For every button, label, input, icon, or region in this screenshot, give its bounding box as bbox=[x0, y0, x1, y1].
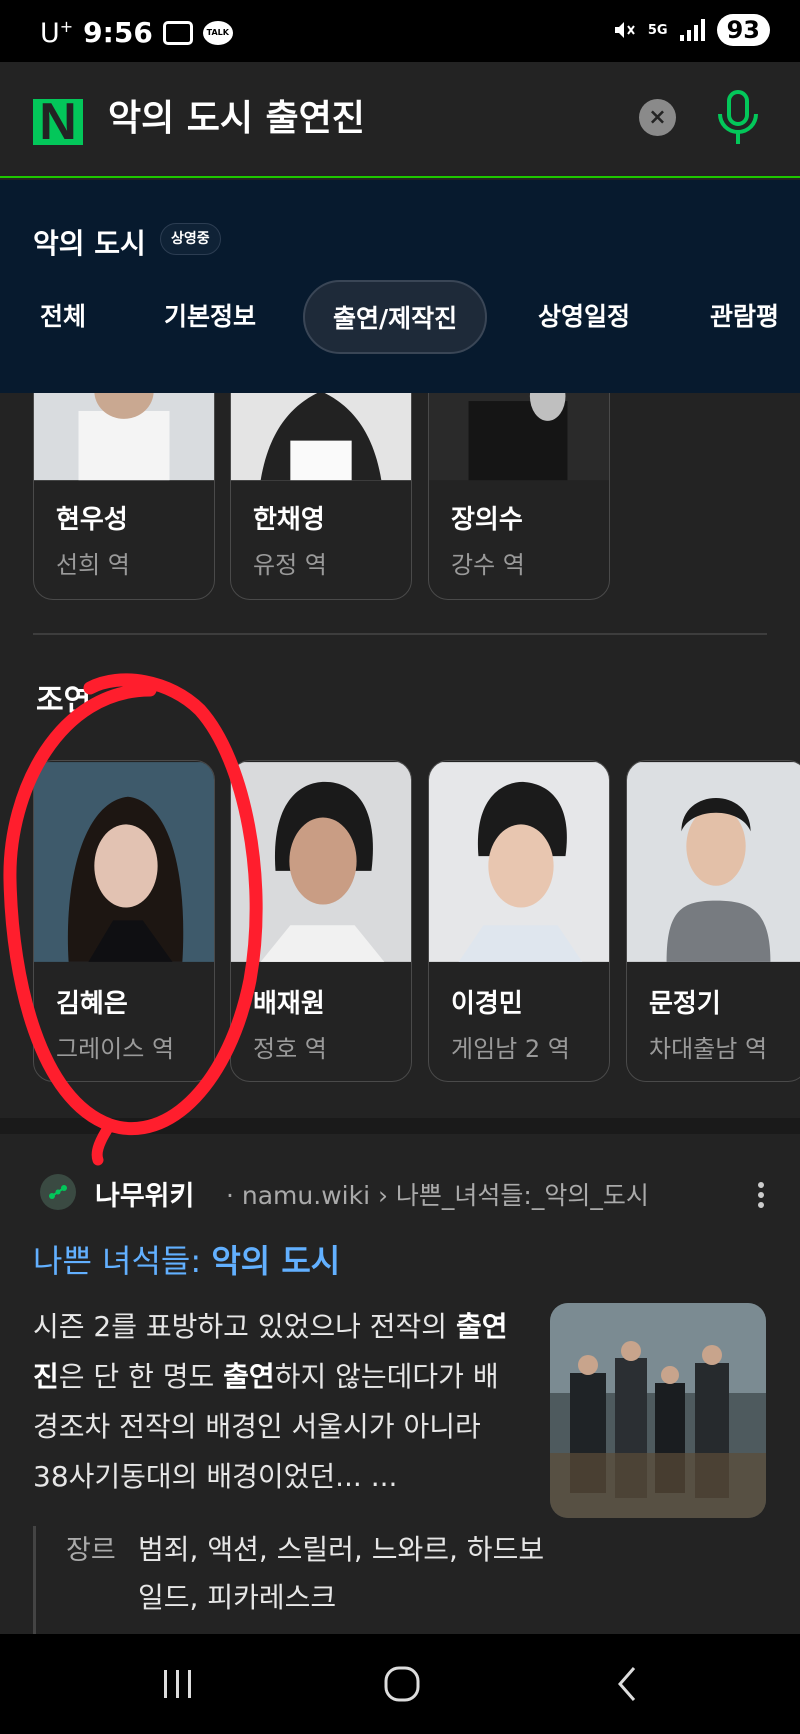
system-nav-bar bbox=[0, 1634, 800, 1734]
microphone-icon[interactable] bbox=[716, 90, 760, 146]
actor-photo bbox=[34, 762, 214, 962]
cast-card[interactable]: 이경민 게임남 2 역 bbox=[428, 760, 610, 1082]
clear-search-button[interactable]: × bbox=[639, 99, 676, 136]
home-icon[interactable] bbox=[382, 1664, 422, 1704]
status-bar: U+ 9:56 TALK 5G 93 bbox=[0, 0, 800, 62]
actor-name: 이경민 bbox=[451, 989, 523, 1019]
meta-label: 장르 bbox=[66, 1535, 116, 1566]
tab-all[interactable]: 전체 bbox=[12, 280, 114, 354]
search-header: N × bbox=[0, 62, 800, 178]
cast-card[interactable]: 문정기 차대출남 역 bbox=[626, 760, 800, 1082]
tab-reviews[interactable]: 관람평 bbox=[682, 280, 800, 354]
recent-apps-icon[interactable] bbox=[160, 1664, 196, 1704]
tab-basic-info[interactable]: 기본정보 bbox=[136, 280, 284, 354]
clock: 9:56 bbox=[83, 16, 153, 49]
mute-icon bbox=[614, 22, 635, 38]
actor-photo bbox=[231, 762, 411, 962]
movie-title[interactable]: 악의 도시 bbox=[33, 222, 146, 262]
actor-name: 배재원 bbox=[253, 989, 325, 1019]
actor-name: 김혜은 bbox=[56, 989, 128, 1019]
network-label: 5G bbox=[647, 22, 668, 38]
back-icon[interactable] bbox=[612, 1664, 642, 1704]
movie-poster-thumbnail[interactable] bbox=[550, 1303, 766, 1518]
section-separator bbox=[0, 1118, 800, 1134]
more-options-icon[interactable] bbox=[758, 1182, 766, 1208]
naver-logo[interactable]: N bbox=[33, 96, 83, 148]
kakaotalk-icon: TALK bbox=[202, 20, 233, 45]
tab-cast-crew[interactable]: 출연/제작진 bbox=[303, 280, 488, 354]
result-source-url[interactable]: · namu.wiki › 나쁜_녀석들:_악의_도시 bbox=[226, 1176, 649, 1212]
actor-role: 차대출남 역 bbox=[649, 1035, 768, 1063]
cast-card[interactable]: 김혜은 그레이스 역 bbox=[33, 760, 215, 1082]
tab-bar: 전체 기본정보 출연/제작진 상영일정 관람평 bbox=[0, 280, 800, 354]
status-badge: 상영중 bbox=[160, 223, 221, 255]
actor-photo bbox=[627, 762, 800, 962]
battery-indicator: 93 bbox=[716, 14, 770, 46]
actor-name: 장의수 bbox=[451, 505, 523, 535]
section-title: 조연 bbox=[36, 683, 92, 718]
actor-role: 유정 역 bbox=[253, 551, 327, 579]
actor-photo bbox=[429, 762, 609, 962]
actor-role: 게임남 2 역 bbox=[451, 1035, 570, 1063]
movie-sticky-header: 악의 도시 상영중 전체 기본정보 출연/제작진 상영일정 관람평 bbox=[0, 180, 800, 393]
actor-role: 강수 역 bbox=[451, 551, 525, 579]
result-snippet: 시즌 2를 표방하고 있었으나 전작의 출연진은 단 한 명도 출연하지 않는데… bbox=[33, 1310, 508, 1493]
section-divider bbox=[33, 633, 767, 635]
cast-card[interactable]: 배재원 정호 역 bbox=[230, 760, 412, 1082]
meta-value: 범죄, 액션, 스릴러, 느와르, 하드보일드, 피카레스크 bbox=[138, 1533, 545, 1614]
carrier-label: U+ bbox=[40, 16, 74, 49]
actor-role: 정호 역 bbox=[253, 1035, 327, 1063]
result-source-name[interactable]: 나무위키 bbox=[95, 1174, 194, 1213]
actor-role: 선희 역 bbox=[56, 551, 130, 579]
actor-name: 한채영 bbox=[253, 505, 325, 535]
screenshot-icon bbox=[162, 20, 193, 45]
signal-icon bbox=[679, 19, 705, 41]
tree-icon bbox=[49, 1185, 67, 1199]
actor-role: 그레이스 역 bbox=[56, 1035, 175, 1063]
actor-name: 문정기 bbox=[649, 989, 721, 1019]
actor-name: 현우성 bbox=[56, 505, 128, 535]
tab-schedule[interactable]: 상영일정 bbox=[510, 280, 658, 354]
result-title[interactable]: 나쁜 녀석들: 악의 도시 bbox=[33, 1236, 340, 1282]
result-meta-genre: 장르 범죄, 액션, 스릴러, 느와르, 하드보일드, 피카레스크 bbox=[33, 1526, 553, 1636]
namuwiki-favicon bbox=[40, 1174, 76, 1210]
search-input[interactable] bbox=[108, 94, 588, 135]
